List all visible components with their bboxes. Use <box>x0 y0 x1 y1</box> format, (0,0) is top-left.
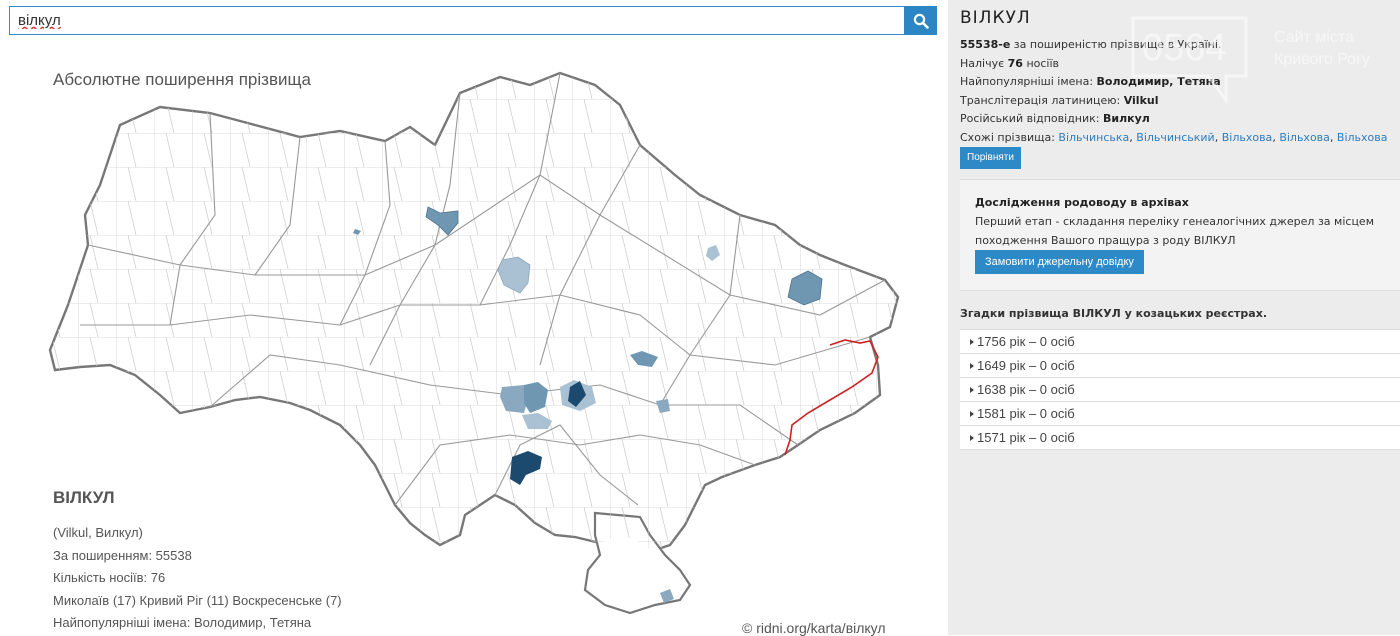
rank-value: 55538-е <box>960 38 1011 51</box>
carriers-suffix: носіїв <box>1022 56 1060 70</box>
info-line: Найпопулярніші імена: Володимир, Тетяна <box>53 615 312 630</box>
search-input[interactable] <box>9 6 904 35</box>
translit-label: Транслітерація латиницею: <box>960 93 1124 107</box>
russian-line: Російський відповідник: Вилкул <box>960 110 1388 129</box>
watermark-line1: Сайт міста <box>1274 29 1354 46</box>
copyright-text: © ridni.org/karta/вілкул <box>742 620 886 636</box>
map-panel: Абсолютне поширення прізвища ВІЛКУЛ (Vil… <box>0 0 948 636</box>
archive-text: Перший етап - складання переліку генеало… <box>975 215 1374 247</box>
caret-right-icon <box>970 411 974 417</box>
watermark-line2: Кривого Рогу <box>1274 51 1370 68</box>
caret-right-icon <box>970 387 974 393</box>
order-reference-button[interactable]: Замовити джерельну довідку <box>975 250 1144 274</box>
kozak-item-label: 1649 рік – 0 осіб <box>977 358 1075 373</box>
kozak-item-label: 1571 рік – 0 осіб <box>977 430 1075 445</box>
caret-right-icon <box>970 363 974 369</box>
carriers-value: 76 <box>1007 56 1023 70</box>
similar-surname-link[interactable]: Вільхова <box>1337 131 1388 144</box>
archive-box: Дослідження родоводу в архівах Перший ет… <box>960 179 1400 291</box>
carriers-prefix: Налічує <box>960 56 1008 70</box>
russian-label: Російський відповідник: <box>960 112 1103 125</box>
kozak-item-label: 1581 рік – 0 осіб <box>977 406 1075 421</box>
kozak-registers-list: 1756 рік – 0 осіб 1649 рік – 0 осіб 1638… <box>960 329 1400 450</box>
similar-surname-link[interactable]: Вільчинський <box>1136 131 1214 144</box>
kozak-register-item[interactable]: 1571 рік – 0 осіб <box>960 425 1400 450</box>
similar-surname-link[interactable]: Вільчинська <box>1058 131 1129 144</box>
similar-surname-link[interactable]: Вільхова <box>1279 131 1330 144</box>
kozak-registers-title: Згадки прізвища ВІЛКУЛ у козацьких реєст… <box>960 307 1268 320</box>
info-line: Кількість носіїв: 76 <box>53 570 166 585</box>
kozak-register-item[interactable]: 1638 рік – 0 осіб <box>960 377 1400 401</box>
surname-title: ВІЛКУЛ <box>960 8 1031 28</box>
archive-title: Дослідження родоводу в архівах <box>975 196 1189 209</box>
caret-right-icon <box>970 339 974 345</box>
kozak-register-item[interactable]: 1581 рік – 0 осіб <box>960 401 1400 425</box>
caret-right-icon <box>970 435 974 441</box>
kozak-register-item[interactable]: 1649 рік – 0 осіб <box>960 353 1400 377</box>
info-line: За поширенням: 55538 <box>53 547 192 563</box>
similar-label: Схожі прізвища: <box>960 130 1059 144</box>
region-grid <box>50 73 898 551</box>
watermark-number: 0564 <box>1142 27 1227 69</box>
site-watermark: 0564 Сайт міста Кривого Рогу <box>1131 16 1370 104</box>
search-button[interactable] <box>904 6 937 35</box>
info-line: (Vilkul, Вилкул) <box>53 525 143 540</box>
info-surname: ВІЛКУЛ <box>53 488 115 507</box>
map-info-block: ВІЛКУЛ (Vilkul, Вилкул) За поширенням: 5… <box>53 488 342 635</box>
compare-button[interactable]: Порівняти <box>960 147 1021 169</box>
similar-line: Схожі прізвища: Вільчинська, Вільчинськи… <box>960 130 1388 144</box>
similar-surname-link[interactable]: Вільхова <box>1222 131 1273 144</box>
search-bar <box>9 6 937 35</box>
names-label: Найпопулярніші імена: <box>960 75 1097 88</box>
info-line: Миколаїв (17) Кривий Ріг (11) Воскресенс… <box>53 592 342 608</box>
kozak-register-item[interactable]: 1756 рік – 0 осіб <box>960 329 1400 353</box>
russian-value: Вилкул <box>1102 112 1150 125</box>
kozak-item-label: 1756 рік – 0 осіб <box>977 334 1075 349</box>
search-icon <box>913 13 929 29</box>
kozak-item-label: 1638 рік – 0 осіб <box>977 382 1075 397</box>
